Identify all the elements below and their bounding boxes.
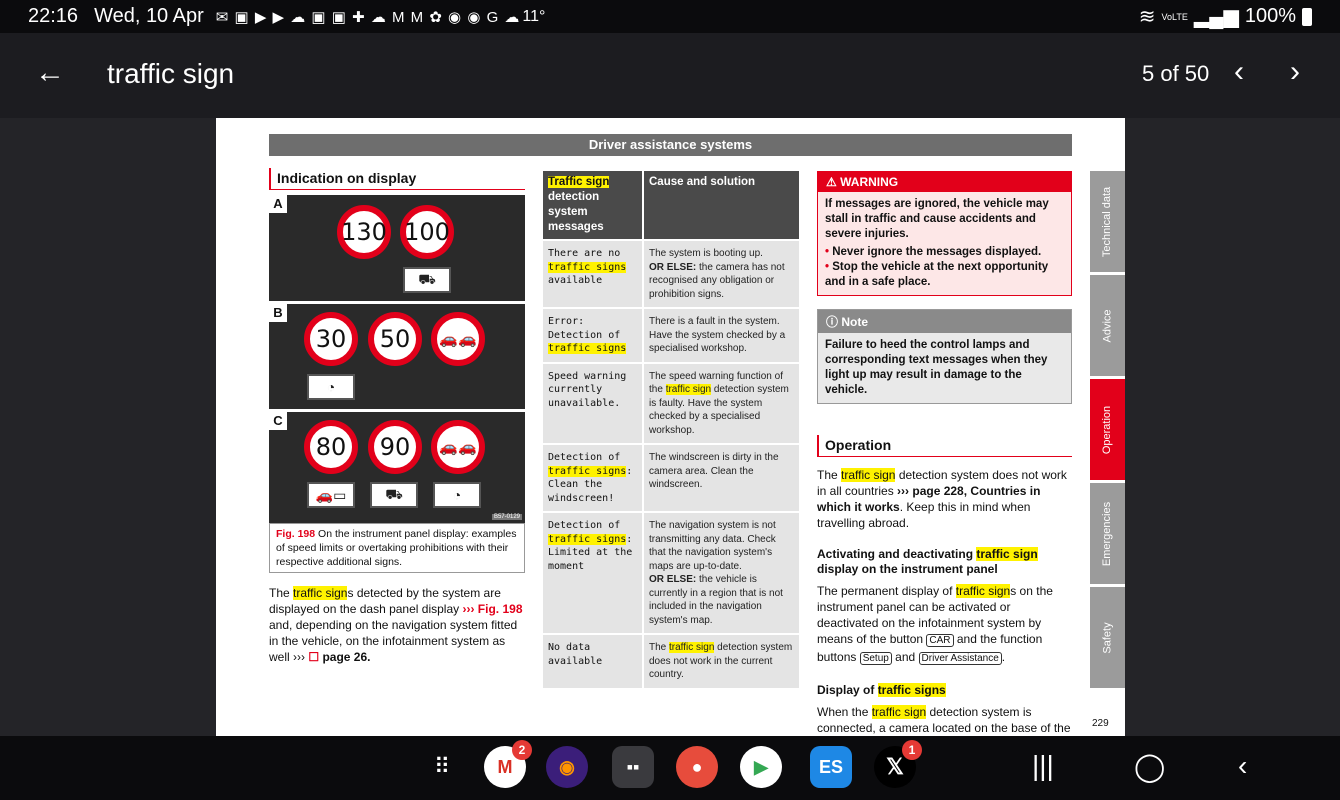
speed-limit-sign: 100 <box>400 205 454 259</box>
speed-limit-sign: 80 <box>304 420 358 474</box>
figure-caption: Fig. 198 On the instrument panel display… <box>269 523 525 573</box>
x-app-icon[interactable]: 𝕏1 <box>874 740 922 788</box>
messages-table: Traffic sign detection system messages C… <box>543 171 799 688</box>
note-box: ⓘ Note Failure to heed the control lamps… <box>817 309 1072 404</box>
play-store-icon[interactable]: ▶ <box>740 746 782 788</box>
subheading-activating: Activating and deactivating traffic sign… <box>817 547 1038 576</box>
warning-box: ⚠ WARNING If messages are ignored, the v… <box>817 171 1072 296</box>
section-title-operation: Operation <box>817 435 1072 457</box>
note-title: Note <box>841 315 869 329</box>
system-icons: ≋ VoLTE ▂▄▆ 100% <box>1139 4 1312 29</box>
sign-row-c: C 80 90 🚗🚗 🚗▭ ⛟ ◔ B57-0129 <box>269 412 525 523</box>
notification-icons: ✉ ▣ ▶ ▶ ☁ ▣ ▣ ✚ ☁ M M ✿ ◉ ◉ G ☁ <box>215 8 521 26</box>
table-header-messages: Traffic sign detection system messages <box>543 171 644 240</box>
row-label: A <box>269 195 287 213</box>
row-label: C <box>269 412 287 430</box>
warning-item: Never ignore the messages displayed. <box>825 245 1064 260</box>
table-row: Speed warning currently unavailable. The… <box>543 361 799 444</box>
operation-paragraph: The traffic sign detection system does n… <box>817 468 1067 530</box>
column-operation: ⚠ WARNING If messages are ignored, the v… <box>817 171 1072 736</box>
navigation-bar: ⠿ M2 ◉ ▪▪ ● ▶ ES 𝕏1 ||| ◯ ‹ <box>0 736 1340 800</box>
clock-icon: ◔ <box>307 374 355 400</box>
info-icon: ☐ <box>308 650 320 664</box>
gmail-app-icon[interactable]: M2 <box>484 740 532 788</box>
row-label: B <box>269 304 287 322</box>
tab-safety[interactable]: Safety <box>1090 587 1125 688</box>
display-description: The traffic signs detected by the system… <box>269 586 523 664</box>
figure-198: A 130 100 ⛟ B 30 50 🚗🚗 ◔ C 80 90 🚗🚗 🚗▭ ⛟… <box>269 195 525 523</box>
volte-icon: VoLTE <box>1161 11 1188 22</box>
warning-title: WARNING <box>840 175 899 189</box>
speed-limit-sign: 30 <box>304 312 358 366</box>
wifi-icon: ≋ <box>1138 6 1156 28</box>
sign-row-b: B 30 50 🚗🚗 ◔ <box>269 304 525 412</box>
warning-icon: ⚠ <box>826 175 837 189</box>
app-drawer-icon[interactable]: ⠿ <box>434 754 450 780</box>
tab-operation[interactable]: Operation <box>1090 379 1125 480</box>
previous-match-chevron-icon[interactable]: ‹ <box>1234 55 1244 89</box>
page-header: Driver assistance systems <box>269 134 1072 156</box>
display-paragraph: When the traffic sign detection system i… <box>817 705 1071 735</box>
search-title: traffic sign <box>107 58 235 89</box>
clock: 22:16 <box>28 5 79 27</box>
back-arrow-icon[interactable]: ← <box>34 57 66 89</box>
table-row: No data available The traffic sign detec… <box>543 633 799 688</box>
tab-advice[interactable]: Advice <box>1090 275 1125 376</box>
no-overtaking-sign: 🚗🚗 <box>431 312 485 366</box>
battery-level: 100% <box>1244 5 1296 27</box>
warning-lead: If messages are ignored, the vehicle may… <box>825 198 1049 240</box>
wet-road-icon: ⛟ <box>370 482 418 508</box>
car-trailer-icon: 🚗▭ <box>307 482 355 508</box>
app-bar: ← traffic sign 5 of 50 ‹ › <box>0 33 1340 118</box>
match-counter: 5 of 50 <box>1142 61 1210 86</box>
back-chevron-icon[interactable]: ‹ <box>1238 750 1247 782</box>
sign-row-a: A 130 100 ⛟ <box>269 195 525 304</box>
column-messages: Traffic sign detection system messages C… <box>543 171 799 688</box>
next-match-chevron-icon[interactable]: › <box>1290 55 1300 89</box>
chapter-tabs: Technical data Advice Operation Emergenc… <box>1090 171 1125 691</box>
clock-icon: ◔ <box>433 482 481 508</box>
activation-paragraph: The permanent display of traffic signs o… <box>817 584 1053 665</box>
table-header-solution: Cause and solution <box>643 171 799 240</box>
status-bar: 22:16 Wed, 10 Apr ✉ ▣ ▶ ▶ ☁ ▣ ▣ ✚ ☁ M M … <box>0 0 1340 33</box>
file-explorer-app-icon[interactable]: ES <box>810 746 852 788</box>
temperature: 11° <box>522 7 546 25</box>
document-viewer[interactable]: Driver assistance systems Technical data… <box>0 118 1340 736</box>
note-text: Failure to heed the control lamps and co… <box>818 333 1071 403</box>
gmail-badge: 2 <box>512 740 532 760</box>
info-icon: ⓘ <box>826 315 839 329</box>
page-number: 229 <box>1092 718 1109 729</box>
column-display: Indication on display A 130 100 ⛟ B 30 5… <box>269 168 525 665</box>
document-page: Driver assistance systems Technical data… <box>216 118 1125 736</box>
tab-emergencies[interactable]: Emergencies <box>1090 483 1125 584</box>
no-overtaking-sign: 🚗🚗 <box>431 420 485 474</box>
firefox-app-icon[interactable]: ◉ <box>546 746 588 788</box>
battery-icon <box>1302 7 1312 26</box>
recent-apps-icon[interactable]: ||| <box>1032 750 1054 782</box>
home-icon[interactable]: ◯ <box>1134 750 1165 783</box>
signal-icon: ▂▄▆ <box>1193 6 1239 28</box>
x-badge: 1 <box>902 740 922 760</box>
contacts-app-icon[interactable]: ● <box>676 746 718 788</box>
speed-limit-sign: 50 <box>368 312 422 366</box>
subheading-display: Display of traffic signs <box>817 683 946 697</box>
table-row: Error: Detection of traffic signs There … <box>543 307 799 363</box>
table-row: There are no traffic signs available The… <box>543 239 799 308</box>
table-row: Detection of traffic signs: Limited at t… <box>543 511 799 634</box>
warning-item: Stop the vehicle at the next opportunity… <box>825 260 1064 290</box>
folder-app-icon[interactable]: ▪▪ <box>612 746 654 788</box>
section-title-indication: Indication on display <box>269 168 525 190</box>
table-row: Detection of traffic signs: Clean the wi… <box>543 443 799 512</box>
speed-limit-sign: 130 <box>337 205 391 259</box>
image-code: B57-0129 <box>491 514 522 520</box>
speed-limit-sign: 90 <box>368 420 422 474</box>
date: Wed, 10 Apr <box>94 5 204 27</box>
wet-road-icon: ⛟ <box>403 267 451 293</box>
tab-technical-data[interactable]: Technical data <box>1090 171 1125 272</box>
